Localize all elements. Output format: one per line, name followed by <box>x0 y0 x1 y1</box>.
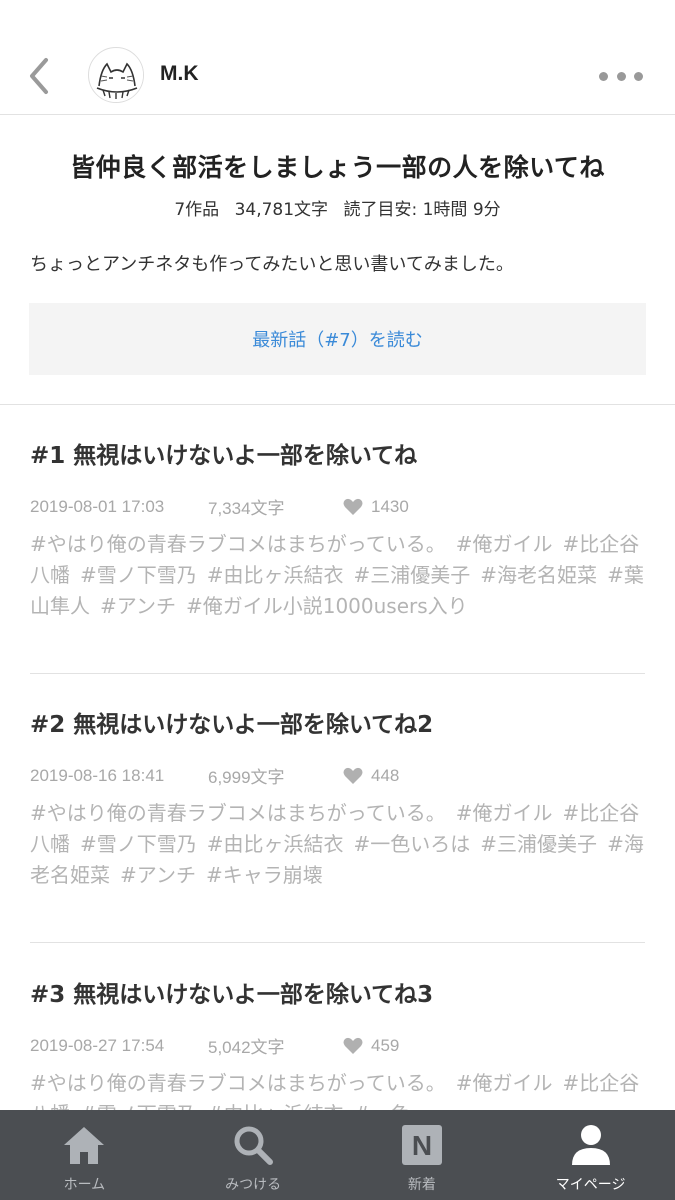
episode-divider <box>30 942 645 943</box>
episode-title[interactable]: #3 無視はいけないよ一部を除いてね3 <box>30 975 645 1009</box>
back-button[interactable] <box>22 56 58 96</box>
more-dot <box>599 71 608 81</box>
episode-item[interactable]: #2 無視はいけないよ一部を除いてね2 2019-08-16 18:41 6,9… <box>30 705 645 891</box>
series-read-time: 読了目安: 1時間 9分 <box>343 200 501 220</box>
episode-likes: 1430 <box>343 497 409 517</box>
episode-item[interactable]: #1 無視はいけないよ一部を除いてね 2019-08-01 17:03 7,33… <box>30 436 645 622</box>
heart-icon <box>343 498 363 515</box>
episode-tags: #やはり俺の青春ラブコメはまちがっている。#俺ガイル#比企谷八幡#雪ノ下雪乃#由… <box>30 798 648 891</box>
more-dot <box>616 71 626 81</box>
tag[interactable]: #俺ガイル <box>456 1071 553 1095</box>
episode-meta: 2019-08-27 17:54 5,042文字 459 <box>30 1033 645 1058</box>
tab-mypage-label: マイページ <box>555 1177 626 1193</box>
home-icon <box>64 1127 105 1164</box>
tab-home-label: ホーム <box>63 1177 106 1193</box>
episode-meta: 2019-08-16 18:41 6,999文字 448 <box>30 763 645 788</box>
episode-char-count: 7,334文字 <box>208 499 285 518</box>
tag[interactable]: #雪ノ下雪乃 <box>80 832 197 856</box>
series-title: 皆仲良く部活をしましょう一部の人を除いてね <box>70 153 605 182</box>
episode-date: 2019-08-16 18:41 <box>30 765 165 785</box>
episode-char-count: 5,042文字 <box>208 1038 285 1057</box>
heart-icon <box>343 1037 363 1054</box>
avatar[interactable] <box>88 47 144 103</box>
series-char-count: 34,781文字 <box>234 200 329 220</box>
heart-icon <box>343 767 363 784</box>
episode-like-count: 459 <box>371 1035 400 1055</box>
series-description: ちょっとアンチネタも作ってみたいと思い書いてみました。 <box>30 254 514 275</box>
chevron-left-icon <box>30 58 48 94</box>
tab-new[interactable]: N 新着 <box>338 1110 507 1200</box>
tab-search[interactable]: みつける <box>169 1110 338 1200</box>
tag[interactable]: #アンチ <box>120 863 196 887</box>
tag[interactable]: #俺ガイル小説1000users入り <box>186 594 468 618</box>
tag[interactable]: #海老名姫菜 <box>480 563 597 587</box>
search-icon <box>234 1126 274 1165</box>
header: M.K <box>0 0 675 115</box>
episode-date: 2019-08-27 17:54 <box>30 1035 165 1055</box>
episode-like-count: 448 <box>371 765 400 785</box>
episode-likes: 448 <box>343 766 399 786</box>
tab-bar: ホーム みつける N 新着 マイページ <box>0 1110 675 1200</box>
tag[interactable]: #やはり俺の青春ラブコメはまちがっている。 <box>30 532 446 556</box>
tag[interactable]: #三浦優美子 <box>354 563 471 587</box>
read-latest-button[interactable]: 最新話（#7）を読む <box>29 303 646 375</box>
more-dot <box>634 71 643 81</box>
more-options-button[interactable] <box>599 66 643 86</box>
tab-search-label: みつける <box>225 1177 282 1193</box>
tag[interactable]: #やはり俺の青春ラブコメはまちがっている。 <box>30 801 446 825</box>
tag[interactable]: #三浦優美子 <box>480 832 597 856</box>
news-icon: N <box>401 1125 442 1165</box>
episode-divider <box>30 673 645 674</box>
user-icon <box>571 1125 610 1165</box>
episode-title[interactable]: #1 無視はいけないよ一部を除いてね <box>30 436 645 470</box>
divider <box>0 404 675 405</box>
episode-tags: #やはり俺の青春ラブコメはまちがっている。#俺ガイル#比企谷八幡#雪ノ下雪乃#由… <box>30 529 648 622</box>
author-name[interactable]: M.K <box>160 62 199 86</box>
tag[interactable]: #俺ガイル <box>456 801 553 825</box>
episode-date: 2019-08-01 17:03 <box>30 496 165 516</box>
episode-title[interactable]: #2 無視はいけないよ一部を除いてね2 <box>30 705 645 739</box>
episode-like-count: 1430 <box>371 496 409 516</box>
episode-meta: 2019-08-01 17:03 7,334文字 1430 <box>30 494 645 519</box>
news-icon-letter: N <box>412 1130 432 1161</box>
tab-home[interactable]: ホーム <box>0 1110 169 1200</box>
series-works-count: 7作品 <box>174 200 220 220</box>
tag[interactable]: #キャラ崩壊 <box>206 863 323 887</box>
tag[interactable]: #アンチ <box>100 594 176 618</box>
tag[interactable]: #一色いろは <box>354 832 471 856</box>
tab-mypage[interactable]: マイページ <box>506 1110 675 1200</box>
tag[interactable]: #由比ヶ浜結衣 <box>207 832 344 856</box>
tag[interactable]: #由比ヶ浜結衣 <box>207 563 344 587</box>
cat-avatar-icon <box>90 49 143 102</box>
tag[interactable]: #雪ノ下雪乃 <box>80 563 197 587</box>
episode-item[interactable]: #3 無視はいけないよ一部を除いてね3 2019-08-27 17:54 5,0… <box>30 975 645 1130</box>
series-meta: 7作品 34,781文字 読了目安: 1時間 9分 <box>0 195 675 220</box>
tag[interactable]: #やはり俺の青春ラブコメはまちがっている。 <box>30 1071 446 1095</box>
tag[interactable]: #俺ガイル <box>456 532 553 556</box>
tab-new-label: 新着 <box>407 1177 436 1193</box>
episode-char-count: 6,999文字 <box>208 768 285 787</box>
episode-likes: 459 <box>343 1036 399 1056</box>
